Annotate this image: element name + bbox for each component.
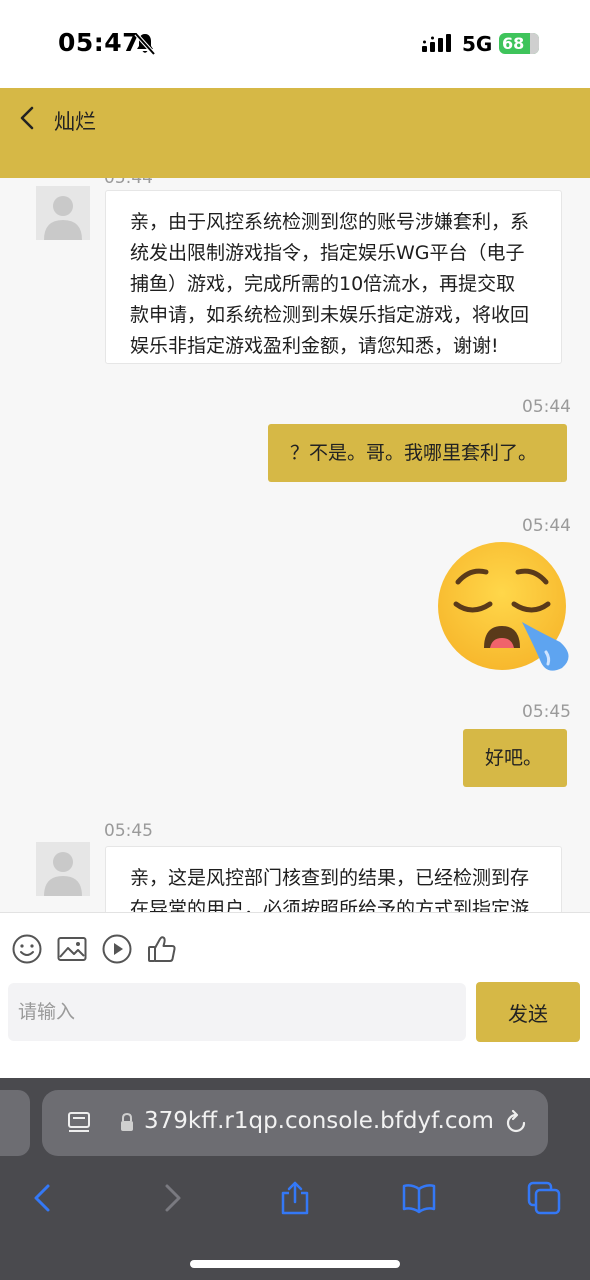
home-indicator — [190, 1260, 400, 1268]
bookmarks-icon[interactable] — [401, 1180, 437, 1216]
url-text: 379kff.r1qp.console.bfdyf.com — [144, 1108, 494, 1134]
message-list[interactable]: 05:44 亲，由于风控系统检测到您的账号涉嫌套利，系 统发出限制游戏指令，指定… — [0, 178, 590, 912]
emoji-icon[interactable] — [11, 933, 43, 965]
message-text: ？不是。哥。我哪里套利了。 — [290, 442, 538, 464]
browser-toolbar: 379kff.r1qp.console.bfdyf.com — [0, 1078, 590, 1280]
status-time: 05:47 — [58, 28, 141, 57]
previous-tab-peek[interactable] — [0, 1090, 30, 1156]
agent-avatar — [36, 186, 90, 240]
composer: 发送 — [0, 912, 590, 1078]
message-line: 亲，由于风控系统检测到您的账号涉嫌套利，系 — [130, 211, 530, 233]
message-time: 05:45 — [522, 702, 571, 722]
message-input[interactable] — [8, 983, 466, 1041]
thumbs-up-icon[interactable] — [146, 933, 178, 965]
outgoing-message-bubble: ？不是。哥。我哪里套利了。 — [268, 424, 567, 482]
back-icon[interactable] — [26, 1180, 62, 1216]
outgoing-message-bubble: 好吧。 — [463, 729, 567, 787]
network-label: 5G — [462, 32, 493, 56]
message-line: 款申请，如系统检测到未娱乐指定游戏，将收回 — [130, 304, 530, 326]
tabs-icon[interactable] — [526, 1180, 562, 1216]
agent-avatar — [36, 842, 90, 896]
address-bar[interactable]: 379kff.r1qp.console.bfdyf.com — [42, 1090, 548, 1156]
reload-icon[interactable] — [502, 1109, 530, 1137]
forward-icon[interactable] — [153, 1180, 189, 1216]
sleepy-face-emoji-icon — [438, 542, 569, 671]
share-icon[interactable] — [277, 1180, 313, 1216]
default-avatar-icon — [36, 842, 90, 896]
incoming-message-bubble: 亲，由于风控系统检测到您的账号涉嫌套利，系 统发出限制游戏指令，指定娱乐WG平台… — [105, 190, 562, 364]
video-icon[interactable] — [101, 933, 133, 965]
message-line: 捕鱼）游戏，完成所需的10倍流水，再提交取 — [130, 273, 516, 295]
chat-title: 灿烂 — [54, 110, 96, 134]
status-bar: 05:47 5G 68 — [0, 0, 590, 88]
lock-icon — [121, 1112, 133, 1131]
message-time: 05:44 — [104, 178, 153, 188]
battery-icon: 68 — [499, 33, 539, 54]
bell-muted-icon — [134, 32, 156, 56]
message-line: 娱乐非指定游戏盈利金额，请您知悉，谢谢! — [130, 335, 499, 357]
reader-mode-icon[interactable] — [66, 1110, 92, 1136]
message-time: 05:45 — [104, 821, 153, 841]
message-time: 05:44 — [522, 516, 571, 536]
message-line: 统发出限制游戏指令，指定娱乐WG平台（电子 — [130, 242, 525, 264]
back-chevron-icon[interactable] — [16, 104, 40, 132]
message-time: 05:44 — [522, 397, 571, 417]
default-avatar-icon — [36, 186, 90, 240]
message-line: 亲，这是风控部门核查到的结果，已经检测到存 — [130, 867, 530, 889]
send-button[interactable]: 发送 — [476, 982, 580, 1042]
image-icon[interactable] — [56, 933, 88, 965]
message-text: 好吧。 — [485, 747, 543, 769]
incoming-message-bubble: 亲，这是风控部门核查到的结果，已经检测到存 在异常的用户，必须按照所给予的方式到… — [105, 846, 562, 912]
chat-header: 灿烂 — [0, 88, 590, 178]
signal-icon — [422, 34, 451, 52]
battery-level: 68 — [502, 34, 525, 53]
message-line: 在异常的用户，必须按照所给予的方式到指定游 — [130, 898, 530, 912]
